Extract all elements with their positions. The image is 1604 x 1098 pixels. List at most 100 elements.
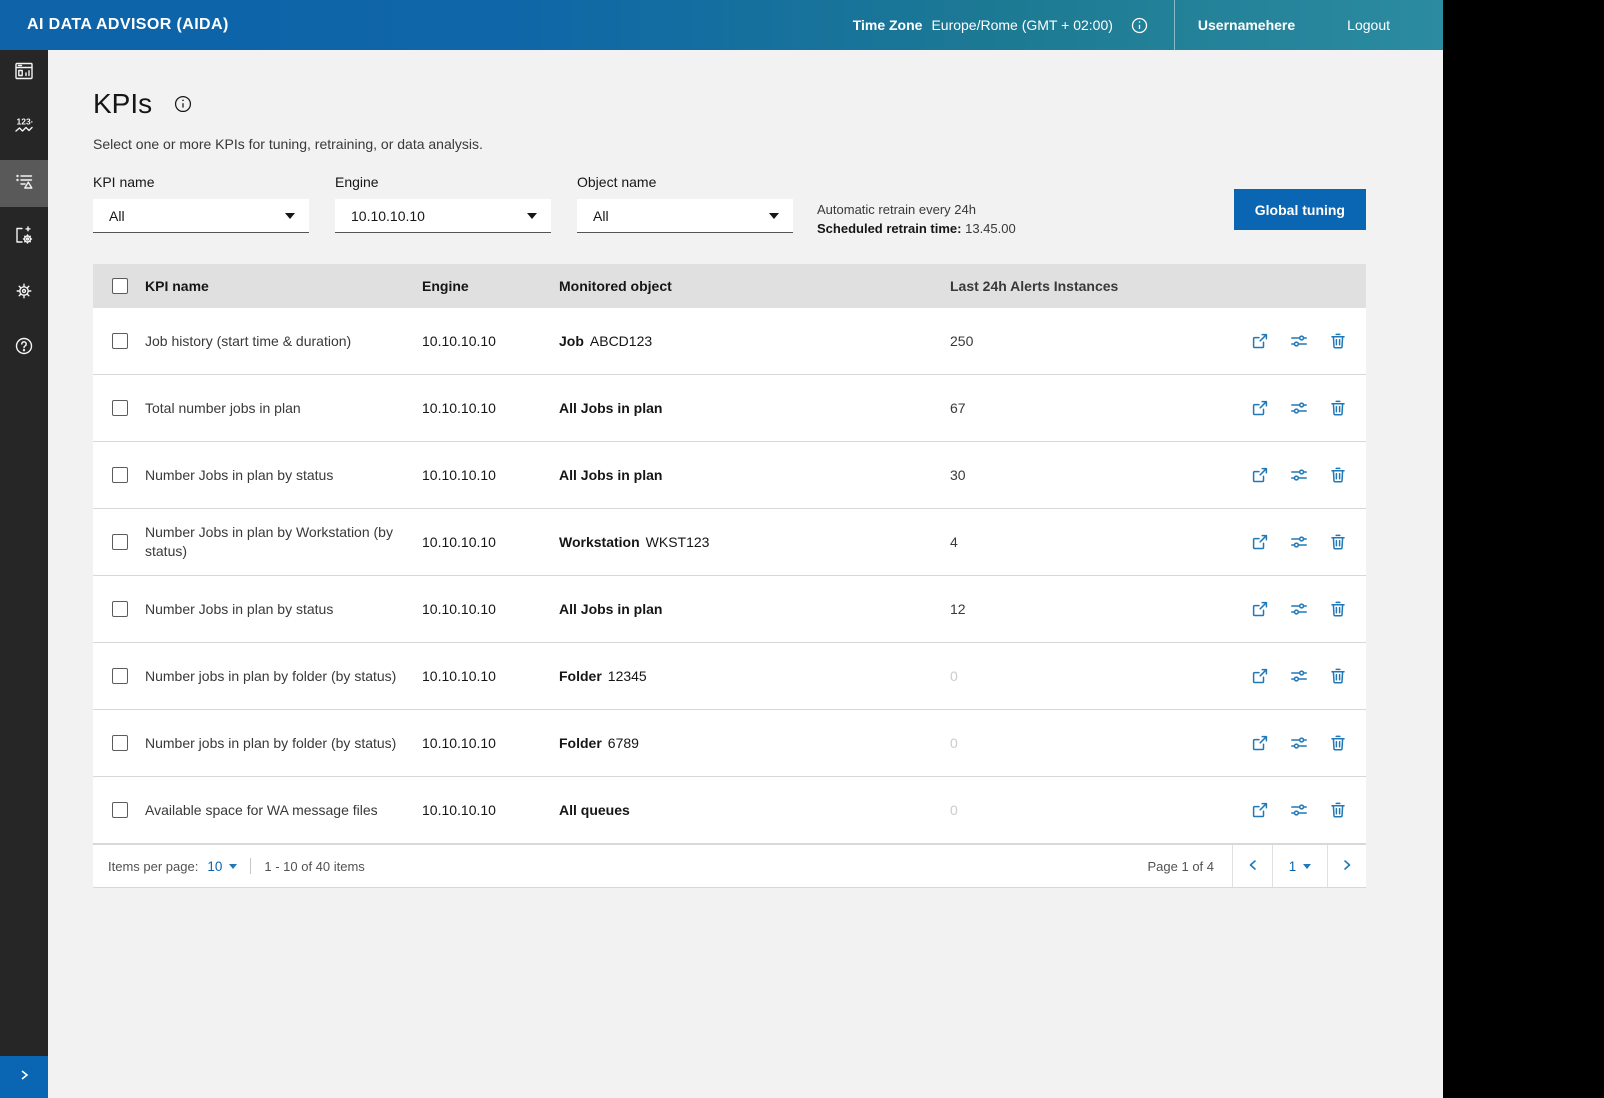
column-header-engine[interactable]: Engine	[422, 278, 559, 294]
row-checkbox[interactable]	[112, 735, 128, 751]
engine-cell: 10.10.10.10	[422, 601, 559, 617]
row-checkbox[interactable]	[112, 601, 128, 617]
delete-icon[interactable]	[1329, 734, 1347, 752]
monitored-object-cell: All Jobs in plan	[559, 467, 950, 483]
open-kpi-icon[interactable]	[1251, 466, 1269, 484]
open-kpi-icon[interactable]	[1251, 533, 1269, 551]
next-page-button[interactable]	[1327, 845, 1366, 887]
engine-cell: 10.10.10.10	[422, 534, 559, 550]
kpi-name-cell: Number Jobs in plan by status	[145, 466, 422, 485]
logout-button[interactable]: Logout	[1347, 17, 1390, 33]
engine-cell: 10.10.10.10	[422, 735, 559, 751]
row-checkbox[interactable]	[112, 534, 128, 550]
table-row: Number Jobs in plan by Workstation (by s…	[93, 509, 1366, 576]
sidebar-item-kpi-numbers[interactable]: 123·	[0, 105, 48, 152]
sidebar-expand-button[interactable]	[0, 1056, 48, 1098]
delete-icon[interactable]	[1329, 399, 1347, 417]
column-header-alerts[interactable]: Last 24h Alerts Instances	[950, 278, 1233, 294]
kpi-name-cell: Job history (start time & duration)	[145, 332, 422, 351]
alerts-cell: 0	[950, 668, 1233, 684]
delete-icon[interactable]	[1329, 533, 1347, 551]
retrain-line2-label: Scheduled retrain time:	[817, 221, 961, 236]
open-kpi-icon[interactable]	[1251, 399, 1269, 417]
app-title: AI DATA ADVISOR (AIDA)	[27, 16, 229, 34]
page-title: KPIs	[93, 88, 152, 120]
page-subtitle: Select one or more KPIs for tuning, retr…	[93, 136, 1443, 152]
delete-icon[interactable]	[1329, 801, 1347, 819]
page-number-select[interactable]: 1	[1272, 845, 1327, 887]
tuning-icon[interactable]	[1290, 600, 1308, 618]
object-name-filter-dropdown[interactable]: All	[577, 199, 793, 233]
engine-filter-label: Engine	[335, 174, 551, 190]
kpi-name-filter-label: KPI name	[93, 174, 309, 190]
sidebar-item-settings[interactable]	[0, 270, 48, 317]
row-checkbox[interactable]	[112, 668, 128, 684]
delete-icon[interactable]	[1329, 667, 1347, 685]
help-icon	[13, 335, 35, 362]
delete-icon[interactable]	[1329, 332, 1347, 350]
dropdown-caret-icon	[285, 213, 295, 219]
sidebar-item-kpi-alerts[interactable]	[0, 160, 48, 207]
row-checkbox[interactable]	[112, 467, 128, 483]
username[interactable]: Usernamehere	[1198, 17, 1295, 33]
items-per-page-select[interactable]: 10	[207, 859, 237, 874]
tuning-icon[interactable]	[1290, 734, 1308, 752]
engine-cell: 10.10.10.10	[422, 802, 559, 818]
caret-down-icon	[1303, 864, 1311, 869]
open-kpi-icon[interactable]	[1251, 667, 1269, 685]
pagination-divider	[250, 858, 251, 874]
monitored-object-cell: All queues	[559, 802, 950, 818]
tuning-icon[interactable]	[1290, 667, 1308, 685]
kpi-table: KPI name Engine Monitored object Last 24…	[93, 264, 1366, 888]
sidebar-item-dashboard[interactable]	[0, 50, 48, 97]
row-checkbox[interactable]	[112, 400, 128, 416]
tuning-icon[interactable]	[1290, 533, 1308, 551]
column-header-kpi-name[interactable]: KPI name	[145, 277, 422, 296]
tuning-icon[interactable]	[1290, 466, 1308, 484]
sidebar-item-help[interactable]	[0, 325, 48, 372]
object-name-filter-label: Object name	[577, 174, 793, 190]
alerts-cell: 30	[950, 467, 1233, 483]
column-header-monitored-object[interactable]: Monitored object	[559, 278, 950, 294]
kpi-name-cell: Number Jobs in plan by Workstation (by s…	[145, 523, 422, 561]
global-tuning-button[interactable]: Global tuning	[1234, 189, 1366, 230]
open-kpi-icon[interactable]	[1251, 332, 1269, 350]
object-name-filter-value: All	[593, 208, 609, 224]
previous-page-button[interactable]	[1232, 845, 1272, 887]
table-row: Number Jobs in plan by status 10.10.10.1…	[93, 576, 1366, 643]
select-all-checkbox[interactable]	[112, 278, 128, 294]
open-kpi-icon[interactable]	[1251, 734, 1269, 752]
gear-icon	[13, 280, 35, 307]
engine-cell: 10.10.10.10	[422, 400, 559, 416]
delete-icon[interactable]	[1329, 466, 1347, 484]
kpi-name-filter-dropdown[interactable]: All	[93, 199, 309, 233]
retrain-line1: Automatic retrain every 24h	[817, 200, 1016, 219]
engine-filter-dropdown[interactable]: 10.10.10.10	[335, 199, 551, 233]
tuning-icon[interactable]	[1290, 399, 1308, 417]
row-actions	[1233, 533, 1366, 551]
alerts-cell: 4	[950, 534, 1233, 550]
open-kpi-icon[interactable]	[1251, 600, 1269, 618]
kpis-info-icon[interactable]	[174, 95, 192, 113]
table-row: Available space for WA message files 10.…	[93, 777, 1366, 844]
items-per-page-value: 10	[207, 859, 222, 874]
tuning-icon[interactable]	[1290, 801, 1308, 819]
tuning-icon[interactable]	[1290, 332, 1308, 350]
row-actions	[1233, 667, 1366, 685]
row-checkbox[interactable]	[112, 333, 128, 349]
items-range-text: 1 - 10 of 40 items	[264, 859, 364, 874]
alerts-cell: 67	[950, 400, 1233, 416]
sidebar-item-object-configuration[interactable]	[0, 215, 48, 262]
timezone-info-icon[interactable]	[1131, 17, 1148, 34]
row-actions	[1233, 600, 1366, 618]
table-row: Number Jobs in plan by status 10.10.10.1…	[93, 442, 1366, 509]
delete-icon[interactable]	[1329, 600, 1347, 618]
row-checkbox[interactable]	[112, 802, 128, 818]
open-kpi-icon[interactable]	[1251, 801, 1269, 819]
table-row: Job history (start time & duration) 10.1…	[93, 308, 1366, 375]
table-header-row: KPI name Engine Monitored object Last 24…	[93, 264, 1366, 308]
kpi-alerts-list-icon	[13, 170, 35, 197]
chevron-left-icon	[1246, 858, 1260, 875]
sidebar: 123·	[0, 50, 48, 1098]
svg-text:123·: 123·	[17, 117, 34, 127]
